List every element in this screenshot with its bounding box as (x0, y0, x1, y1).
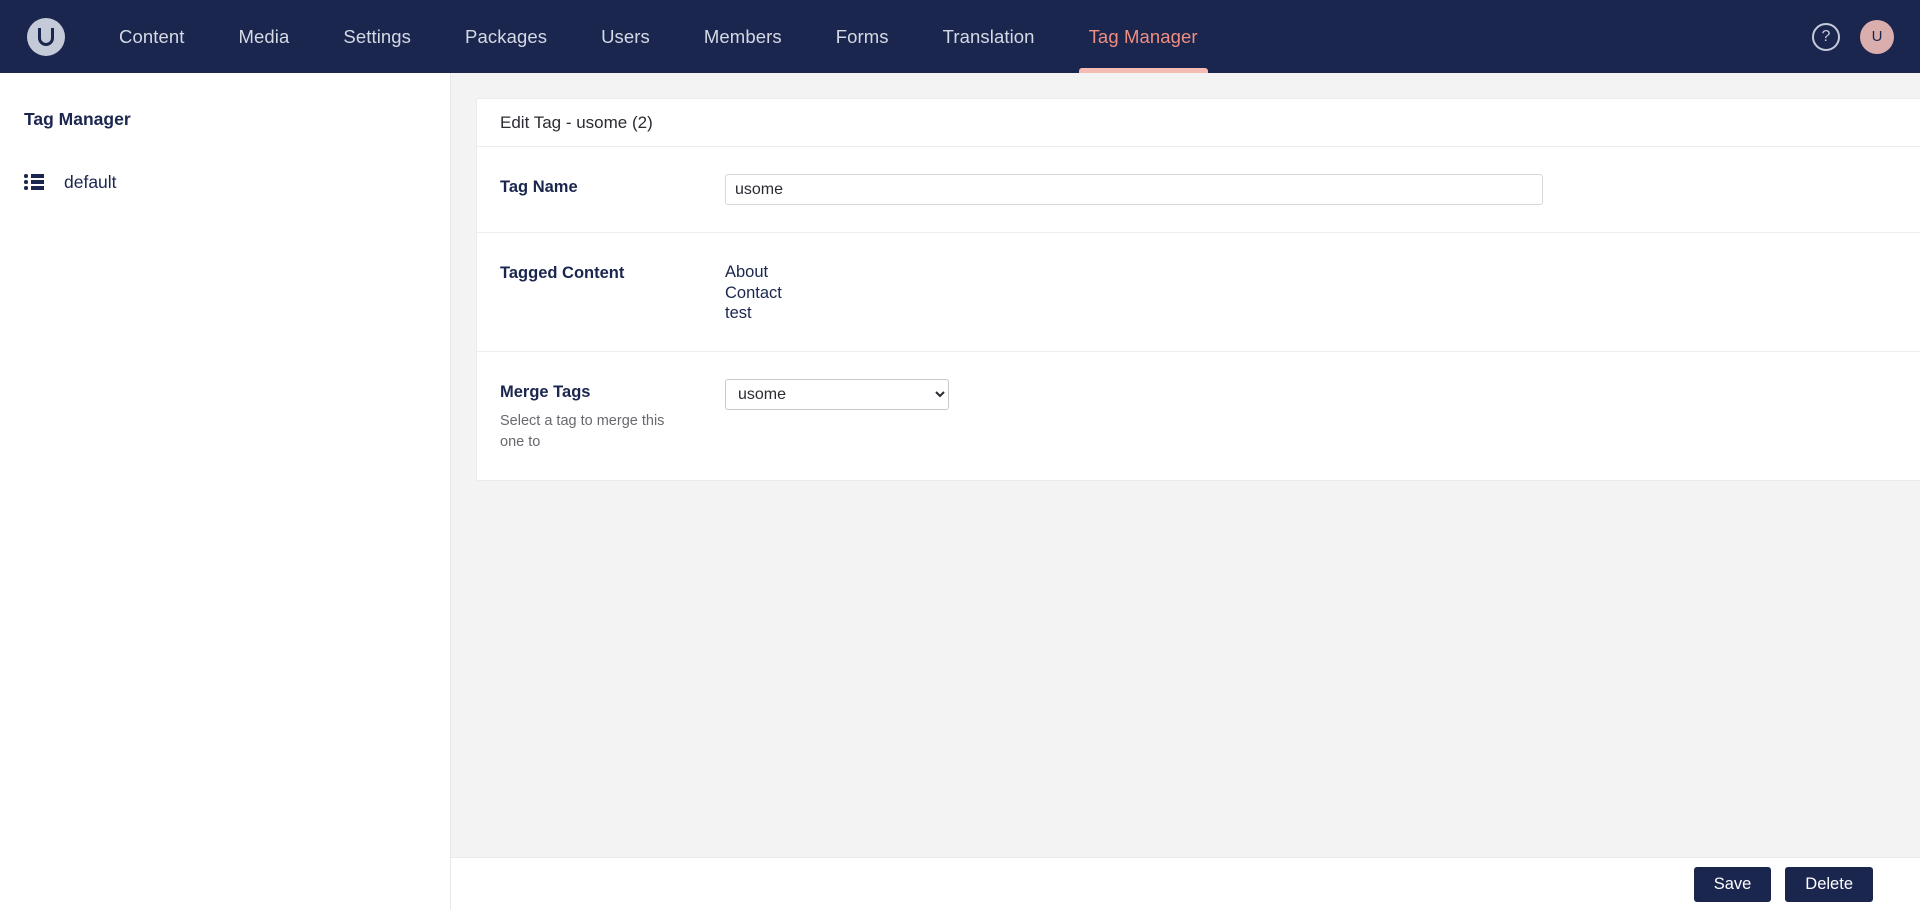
panel-header: Edit Tag - usome (2) (477, 99, 1920, 147)
top-navigation-bar: Content Media Settings Packages Users Me… (0, 0, 1920, 73)
umbraco-logo[interactable] (0, 17, 92, 56)
nav-item-packages[interactable]: Packages (438, 0, 574, 73)
nav-label: Tag Manager (1088, 25, 1198, 47)
list-icon (24, 174, 44, 190)
sidebar-item-default[interactable]: default (0, 166, 450, 198)
tagged-content-label: Tagged Content (500, 264, 625, 282)
nav-label: Members (703, 25, 782, 47)
help-icon-glyph: ? (1821, 27, 1831, 45)
nav-item-translation[interactable]: Translation (916, 0, 1062, 73)
list-item: Contact (725, 283, 782, 302)
nav-item-forms[interactable]: Forms (809, 0, 916, 73)
list-item: test (725, 304, 752, 322)
nav-item-media[interactable]: Media (212, 0, 317, 73)
tag-name-input[interactable] (725, 174, 1543, 205)
tag-name-label: Tag Name (500, 178, 578, 196)
tagged-content-value-col: About Contact test (725, 260, 1897, 324)
top-nav-items: Content Media Settings Packages Users Me… (92, 0, 1225, 73)
property-row-merge-tags: Merge Tags Select a tag to merge this on… (477, 352, 1920, 480)
sidebar: Tag Manager default (0, 73, 451, 910)
merge-tags-select[interactable]: usome (725, 378, 949, 410)
umbraco-u-glyph (38, 28, 54, 46)
top-nav-right-group: ? U (1812, 19, 1920, 54)
property-row-tag-name: Tag Name (477, 147, 1920, 233)
nav-label: Content (119, 25, 185, 47)
nav-item-settings[interactable]: Settings (316, 0, 438, 73)
help-icon[interactable]: ? (1812, 22, 1840, 51)
nav-label: Users (601, 25, 650, 47)
merge-tags-label-col: Merge Tags Select a tag to merge this on… (500, 379, 725, 453)
save-button[interactable]: Save (1693, 866, 1772, 902)
nav-item-tag-manager[interactable]: Tag Manager (1062, 0, 1225, 73)
tag-name-label-col: Tag Name (500, 174, 725, 205)
umbraco-logo-icon (27, 17, 65, 56)
merge-tags-description: Select a tag to merge this one to (500, 412, 665, 450)
nav-item-content[interactable]: Content (92, 0, 212, 73)
nav-label: Forms (835, 25, 889, 47)
avatar[interactable]: U (1860, 19, 1894, 54)
nav-label: Settings (343, 25, 412, 47)
sidebar-item-label: default (64, 171, 117, 192)
list-item: About (725, 263, 769, 281)
delete-button[interactable]: Delete (1785, 866, 1873, 902)
merge-tags-label: Merge Tags (500, 382, 591, 401)
property-row-tagged-content: Tagged Content About Contact test (477, 233, 1920, 352)
main-content-area: Edit Tag - usome (2) Tag Name Tagged Con… (451, 73, 1920, 910)
edit-tag-panel: Edit Tag - usome (2) Tag Name Tagged Con… (476, 98, 1920, 481)
nav-label: Translation (942, 25, 1035, 47)
nav-label: Packages (465, 25, 548, 47)
tagged-content-list: About Contact test (725, 260, 1897, 324)
nav-item-users[interactable]: Users (574, 0, 677, 73)
tag-name-value-col (725, 174, 1897, 205)
nav-item-members[interactable]: Members (677, 0, 809, 73)
sidebar-title: Tag Manager (24, 109, 131, 129)
merge-tags-value-col: usome (725, 378, 1897, 453)
avatar-initial: U (1871, 28, 1883, 45)
footer-action-bar: Save Delete (451, 857, 1920, 910)
nav-label: Media (238, 25, 290, 47)
tagged-content-label-col: Tagged Content (500, 260, 725, 324)
